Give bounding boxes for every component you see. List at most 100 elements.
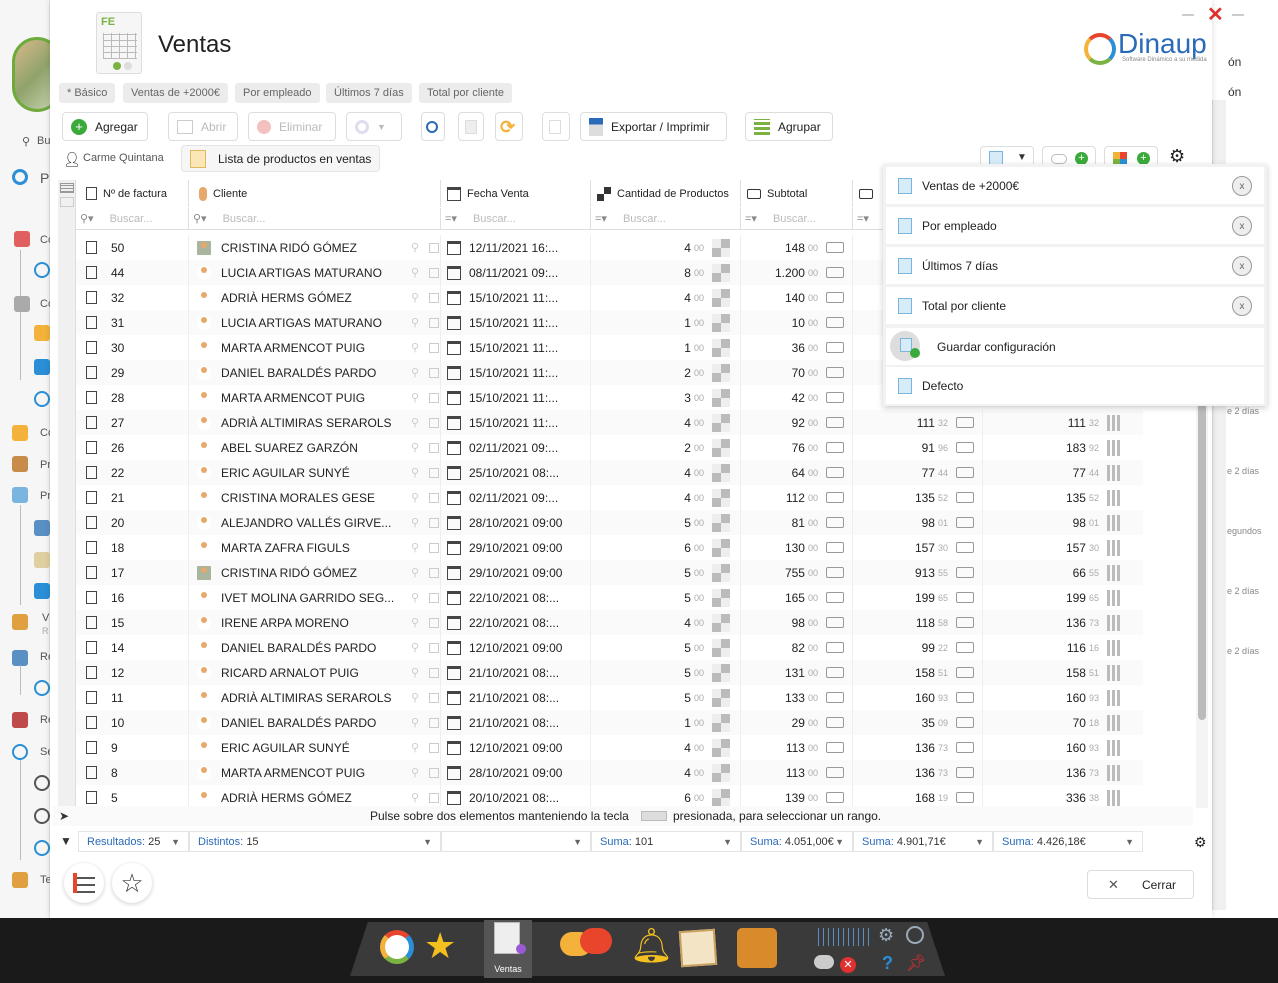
search-client-icon[interactable]: ⚲	[411, 566, 419, 579]
chat-icon-2[interactable]	[580, 928, 612, 954]
sidebar-item-6[interactable]: V	[42, 612, 49, 624]
dropdown-item-ventas-2000[interactable]: Ventas de +2000€ x	[886, 167, 1264, 204]
export-print-button[interactable]: Exportar / Imprimir	[580, 112, 727, 141]
distinct-count[interactable]: Distintos: 15 ▼	[189, 831, 441, 852]
open-button[interactable]: Abrir	[168, 112, 238, 141]
filter-client[interactable]: ⚲▾ Buscar...	[189, 208, 441, 230]
current-user[interactable]: Carme Quintana	[83, 152, 164, 164]
table-row[interactable]: 20 ALEJANDRO VALLÉS GIRVE... ⚲ 28/10/2021 0…	[76, 510, 1143, 535]
search-client-icon[interactable]: ⚲	[411, 716, 419, 729]
help-icon[interactable]: ?	[882, 953, 893, 974]
col-header-invoice[interactable]: Nº de factura	[76, 180, 189, 207]
contact-icon[interactable]	[34, 520, 50, 536]
group-button[interactable]: Agrupar	[745, 112, 833, 141]
dropdown-item-ultimos-7[interactable]: Últimos 7 días x	[886, 247, 1264, 284]
qty-sum[interactable]: Suma: 101 ▼	[591, 831, 741, 852]
open-client-icon[interactable]	[429, 392, 440, 403]
filter-invoice[interactable]: ⚲▾ Buscar...	[76, 208, 189, 230]
cart-icon[interactable]	[12, 712, 28, 728]
remove-view-icon-2[interactable]: x	[1232, 216, 1252, 236]
gear-icon-4[interactable]	[34, 840, 50, 856]
table-row[interactable]: 11 ADRIÀ ALTIMIRAS SERAROLS ⚲ 21/10/2021 08…	[76, 685, 1143, 710]
remove-view-icon[interactable]: x	[1232, 176, 1252, 196]
notes-icon[interactable]	[678, 928, 718, 968]
search-client-icon[interactable]: ⚲	[411, 391, 419, 404]
dropdown-item-total-cliente[interactable]: Total por cliente x	[886, 287, 1264, 324]
open-client-icon[interactable]	[429, 692, 440, 703]
view-tab-ultimos-7-dias[interactable]: Últimos 7 días	[326, 83, 412, 103]
table-row[interactable]: 18 MARTA ZAFRA FIGULS ⚲ 29/10/2021 09:00 6 00…	[76, 535, 1143, 560]
ventas-app-active[interactable]: Ventas	[484, 920, 532, 978]
trash-button[interactable]	[458, 112, 484, 141]
search-doc-icon[interactable]	[34, 583, 50, 599]
table-row[interactable]: 21 CRISTINA MORALES GESE ⚲ 02/11/2021 09:..…	[76, 485, 1143, 510]
filter-date[interactable]: =▾ Buscar...	[441, 208, 591, 230]
open-client-icon[interactable]	[429, 592, 440, 603]
network-icon[interactable]	[12, 744, 28, 760]
column-chooser-icon[interactable]	[60, 183, 74, 193]
search-client-icon[interactable]: ⚲	[411, 491, 419, 504]
date-summary[interactable]: ▼	[441, 831, 591, 852]
search-client-icon[interactable]: ⚲	[411, 666, 419, 679]
search-client-icon[interactable]: ⚲	[411, 616, 419, 629]
search-client-icon[interactable]: ⚲	[411, 341, 419, 354]
table-row[interactable]: 26 ABEL SUAREZ GARZÓN ⚲ 02/11/2021 09:... 2 0…	[76, 435, 1143, 460]
close-icon[interactable]: ✕	[1207, 2, 1224, 27]
gear-taskbar-icon[interactable]: ⚙	[878, 925, 894, 946]
sidebar-item-p[interactable]: P	[40, 170, 49, 186]
open-client-icon[interactable]	[429, 742, 440, 753]
history-icon[interactable]	[12, 650, 28, 666]
search-button[interactable]	[421, 112, 445, 141]
bell-icon[interactable]: 🔔︎	[630, 926, 673, 966]
col-header-qty[interactable]: Cantidad de Productos	[591, 180, 741, 207]
search-client-icon[interactable]: ⚲	[411, 741, 419, 754]
search-client-icon[interactable]: ⚲	[411, 541, 419, 554]
list-menu-button[interactable]	[64, 863, 104, 903]
open-client-icon[interactable]	[429, 667, 440, 678]
default-view-item[interactable]: Defecto	[886, 367, 1264, 404]
money-bag-icon[interactable]	[12, 872, 28, 888]
clock-taskbar-icon[interactable]	[906, 926, 924, 944]
search-client-icon[interactable]: ⚲	[411, 591, 419, 604]
edit-icon[interactable]	[12, 614, 28, 630]
folder-icon[interactable]	[34, 325, 50, 341]
view-tab-por-empleado[interactable]: Por empleado	[235, 83, 320, 103]
pin-icon[interactable]: 📌︎	[906, 953, 926, 973]
table-row[interactable]: 10 DANIEL BARALDÉS PARDO ⚲ 21/10/2021 08:..…	[76, 710, 1143, 735]
col-header-subtotal[interactable]: Subtotal	[741, 180, 853, 207]
table-row[interactable]: 5 ADRIÀ HERMS GÓMEZ ⚲ 20/10/2021 08:... 6 00 1…	[76, 785, 1143, 808]
table-row[interactable]: 27 ADRIÀ ALTIMIRAS SERAROLS ⚲ 15/10/2021 11…	[76, 410, 1143, 435]
gear-icon-3[interactable]	[34, 680, 50, 696]
view-tab-basic[interactable]: * Básico	[59, 83, 116, 103]
minimize-icon[interactable]	[1182, 14, 1194, 16]
dinaup-app-icon[interactable]	[380, 930, 414, 964]
view-tab-total-cliente[interactable]: Total por cliente	[419, 83, 513, 103]
col-header-date[interactable]: Fecha Venta	[441, 180, 591, 207]
open-client-icon[interactable]	[429, 717, 440, 728]
col-header-client[interactable]: Cliente	[189, 180, 441, 207]
search-client-icon[interactable]: ⚲	[411, 266, 419, 279]
open-client-icon[interactable]	[429, 567, 440, 578]
dropdown-item-por-empleado[interactable]: Por empleado x	[886, 207, 1264, 244]
open-client-icon[interactable]	[429, 542, 440, 553]
minimize-icon-2[interactable]	[1232, 14, 1244, 16]
wallet-icon[interactable]	[737, 928, 777, 968]
remove-view-icon-4[interactable]: x	[1232, 296, 1252, 316]
document-icon[interactable]	[14, 231, 30, 247]
search-icon[interactable]: ⚲	[22, 135, 30, 148]
search-client-icon[interactable]: ⚲	[411, 291, 419, 304]
search-client-icon[interactable]: ⚲	[411, 441, 419, 454]
note-icon[interactable]	[34, 552, 50, 568]
mail-icon[interactable]	[12, 425, 28, 441]
open-client-icon[interactable]	[429, 492, 440, 503]
table-row[interactable]: 9 ERIC AGUILAR SUNYÉ ⚲ 12/10/2021 09:00 4 00 1…	[76, 735, 1143, 760]
search-client-icon[interactable]: ⚲	[411, 316, 419, 329]
table-row[interactable]: 15 IRENE ARPA MORENO ⚲ 22/10/2021 08:... 4 00…	[76, 610, 1143, 635]
calendar-grid-icon[interactable]	[818, 928, 870, 946]
store-icon[interactable]	[12, 456, 28, 472]
scrollbar-thumb[interactable]	[1198, 400, 1206, 720]
search-client-icon[interactable]: ⚲	[411, 516, 419, 529]
list-icon[interactable]	[12, 487, 28, 503]
open-client-icon[interactable]	[429, 267, 440, 278]
results-count[interactable]: Resultados: 25 ▼	[78, 831, 189, 852]
